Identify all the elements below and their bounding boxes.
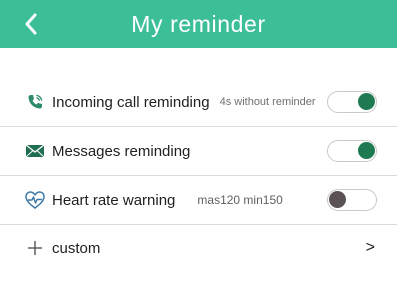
- plus-icon: [24, 237, 46, 259]
- heart-pulse-icon: [24, 189, 46, 211]
- custom-row[interactable]: custom >: [0, 225, 397, 271]
- setting-row-incoming-call: Incoming call reminding 4s without remin…: [0, 78, 397, 127]
- envelope-icon: [24, 140, 46, 162]
- header-bar: My reminder: [0, 0, 397, 48]
- chevron-right-icon[interactable]: >: [366, 239, 377, 257]
- toggle-knob: [358, 142, 375, 159]
- incoming-call-hint: 4s without reminder: [219, 96, 316, 108]
- back-button[interactable]: [18, 4, 44, 44]
- incoming-call-toggle[interactable]: [327, 91, 377, 113]
- incoming-call-label: Incoming call reminding: [52, 93, 210, 111]
- page-title: My reminder: [131, 10, 266, 37]
- toggle-knob: [329, 191, 346, 208]
- setting-row-messages: Messages reminding: [0, 127, 397, 176]
- setting-row-heart-rate: Heart rate warning mas120 min150: [0, 176, 397, 225]
- toggle-knob: [358, 93, 375, 110]
- heart-rate-label: Heart rate warning: [52, 191, 176, 209]
- messages-toggle[interactable]: [327, 140, 377, 162]
- heart-rate-hint: mas120 min150: [197, 193, 283, 207]
- messages-label: Messages reminding: [52, 142, 191, 160]
- custom-label: custom: [52, 239, 101, 257]
- chevron-left-icon: [25, 13, 37, 35]
- phone-icon: [24, 91, 46, 113]
- heart-rate-toggle[interactable]: [327, 189, 377, 211]
